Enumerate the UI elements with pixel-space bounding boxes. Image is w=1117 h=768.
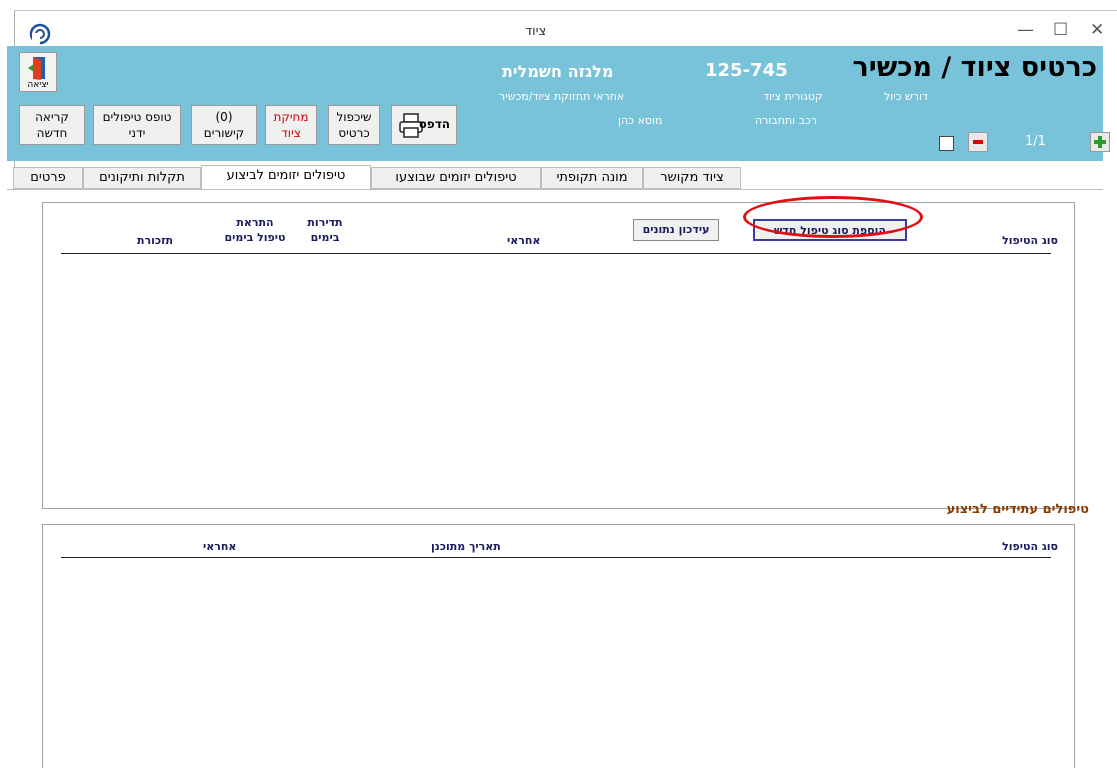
tab-planned-to-do[interactable]: טיפולים יזומים לביצוע (201, 165, 371, 190)
col-responsible: אחראי (507, 234, 541, 247)
delete-equipment-button[interactable]: מחיקת ציוד (265, 105, 317, 145)
calibration-checkbox[interactable] (939, 136, 954, 151)
remove-record-button[interactable] (968, 132, 988, 152)
col-frequency: תדירות בימים (305, 215, 345, 245)
col-planned-date: תאריך מתוכנן (431, 540, 501, 553)
duplicate-line2: כרטיס (338, 126, 370, 140)
col-alert-line2: טיפול בימים (224, 231, 286, 244)
tab-faults-repairs[interactable]: תקלות ותיקונים (83, 167, 201, 189)
minimize-icon[interactable]: — (1017, 20, 1034, 40)
calibration-label: דורש כיול (884, 90, 929, 103)
new-reading-line1: קריאה (35, 110, 69, 124)
col-future-treatment-type: סוג הטיפול (1002, 540, 1058, 553)
col-frequency-line2: בימים (310, 231, 340, 244)
tab-bar: פרטים תקלות ותיקונים טיפולים יזומים לביצ… (7, 165, 1103, 190)
future-treatments-panel: סוג הטיפול תאריך מתוכנן אחראי (42, 524, 1075, 768)
manual-form-button[interactable]: טופס טיפולים ידני (93, 105, 181, 145)
col-alert-line1: התראת (236, 216, 274, 229)
panel1-header-line (61, 253, 1051, 254)
plus-icon (1094, 136, 1106, 148)
tab-linked-equipment[interactable]: ציוד מקושר (643, 167, 741, 189)
panel2-header-line (61, 557, 1051, 558)
links-line1: (0) (215, 110, 233, 124)
equipment-header: יציאה כרטיס ציוד / מכשיר 125-745 מלגזה ח… (7, 46, 1110, 161)
update-data-button[interactable]: עידכון נתונים (633, 219, 719, 241)
tab-details[interactable]: פרטים (13, 167, 83, 189)
future-treatments-title: טיפולים עתידיים לביצוע (946, 502, 1089, 517)
tab-planned-done[interactable]: טיפולים יזומים שבוצעו (371, 167, 541, 189)
planned-treatments-panel: סוג הטיפול אחראי תדירות בימים התראת טיפו… (42, 202, 1075, 509)
delete-line2: ציוד (281, 126, 301, 140)
add-record-button[interactable] (1090, 132, 1110, 152)
exit-button[interactable]: יציאה (19, 52, 57, 92)
category-label: קטגורית ציוד (763, 90, 823, 103)
print-button[interactable]: הדפס (391, 105, 457, 145)
tab-periodic-meter[interactable]: מונה תקופתי (541, 167, 643, 189)
record-counter: 1/1 (1025, 134, 1046, 149)
responsible-value: מוסא כהן (618, 114, 663, 127)
close-icon[interactable]: ✕ (1090, 20, 1104, 40)
col-alert-days: התראת טיפול בימים (219, 215, 291, 245)
manual-form-line2: ידני (128, 126, 146, 140)
duplicate-line1: שיכפול (336, 110, 372, 124)
highlight-annotation (743, 196, 923, 238)
new-reading-button[interactable]: קריאה חדשה (19, 105, 85, 145)
col-treatment-type: סוג הטיפול (1002, 234, 1058, 247)
links-line2: קישורים (203, 126, 245, 140)
tab-content: סוג הטיפול אחראי תדירות בימים התראת טיפו… (7, 189, 1103, 768)
col-frequency-line1: תדירות (307, 216, 343, 229)
col-future-responsible: אחראי (203, 540, 237, 553)
exit-door-icon (28, 57, 45, 80)
responsible-label: אחראי תחזוקת ציוד/מכשיר (499, 90, 625, 103)
device-code: 125-745 (705, 60, 788, 81)
page-title: כרטיס ציוד / מכשיר (852, 52, 1097, 83)
links-button[interactable]: (0) קישורים (191, 105, 257, 145)
app-logo-icon (29, 23, 51, 45)
new-reading-line2: חדשה (36, 126, 68, 140)
col-reminder: תזכורת (137, 234, 174, 247)
window-title: ציוד (525, 24, 547, 39)
manual-form-line1: טופס טיפולים (102, 110, 172, 124)
device-name: מלגזה חשמלית (502, 62, 614, 81)
maximize-icon[interactable]: ☐ (1053, 20, 1068, 40)
delete-line1: מחיקת (273, 110, 309, 124)
duplicate-card-button[interactable]: שיכפול כרטיס (328, 105, 380, 145)
exit-label: יציאה (27, 80, 49, 90)
category-value: רכב ותחבורה (755, 114, 818, 127)
print-label: הדפס (418, 117, 450, 131)
